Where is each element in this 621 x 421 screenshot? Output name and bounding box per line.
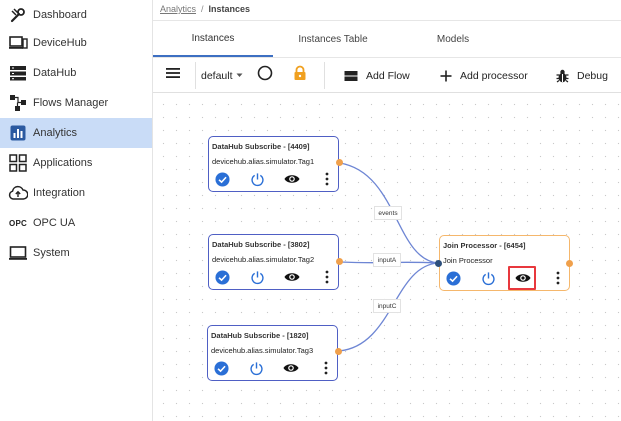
wire-label-inputc: inputC — [373, 299, 401, 313]
flows-icon — [8, 93, 28, 113]
opc-icon-text: OPC — [9, 218, 27, 228]
sidebar: Dashboard DeviceHub DataHub Flows Manage… — [0, 0, 153, 421]
node-title: DataHub Subscribe - [4409] — [212, 142, 310, 151]
sidebar-item-label: DeviceHub — [33, 37, 87, 49]
eye-icon[interactable] — [283, 360, 299, 376]
sidebar-item-label: Analytics — [33, 127, 78, 139]
sidebar-item-label: Integration — [33, 187, 85, 199]
sidebar-item-analytics[interactable]: Analytics — [0, 118, 152, 148]
tab-bar: Instances Instances Table Models — [153, 21, 621, 57]
sidebar-item-label: DataHub — [33, 67, 77, 79]
wire-label-events: events — [374, 206, 402, 220]
tools-icon — [8, 5, 28, 25]
sidebar-item-label: System — [33, 247, 70, 259]
node-title: DataHub Subscribe - [1820] — [211, 331, 309, 340]
node-subtitle: Join Processor — [443, 256, 493, 265]
wire-label-inputa: inputA — [373, 253, 401, 267]
sidebar-item-label: Flows Manager — [33, 97, 109, 109]
analytics-icon — [8, 123, 28, 143]
devicehub-icon — [8, 33, 28, 53]
output-port[interactable] — [336, 258, 343, 265]
eye-icon[interactable] — [284, 269, 300, 285]
toolbar: default Add Flow Add processor Debug — [153, 58, 621, 93]
power-icon[interactable] — [249, 171, 265, 187]
check-icon[interactable] — [213, 360, 229, 376]
power-icon[interactable] — [480, 270, 496, 286]
node-actions — [445, 270, 566, 286]
flow-select[interactable]: default — [201, 58, 243, 93]
flow-select-value: default — [201, 69, 233, 82]
sidebar-item-label: Dashboard — [33, 9, 87, 21]
caret-down-icon — [236, 73, 243, 78]
breadcrumb: Analytics / Instances — [160, 4, 250, 14]
check-icon[interactable] — [445, 270, 461, 286]
node-subtitle: devicehub.alias.simulator.Tag3 — [211, 346, 314, 355]
node-actions — [214, 269, 335, 285]
processor-node[interactable]: DataHub Subscribe - [4409] devicehub.ali… — [208, 136, 339, 192]
node-title: Join Processor - [6454] — [443, 241, 526, 250]
power-icon[interactable] — [249, 269, 265, 285]
add-flow-label: Add Flow — [366, 69, 410, 82]
more-icon[interactable] — [550, 270, 566, 286]
eye-icon[interactable] — [284, 171, 300, 187]
output-port[interactable] — [335, 348, 342, 355]
tab-instances-table[interactable]: Instances Table — [273, 21, 393, 57]
sidebar-item-label: Applications — [33, 157, 93, 169]
flow-canvas[interactable]: DataHub Subscribe - [4409] devicehub.ali… — [153, 94, 621, 421]
sidebar-item-devicehub[interactable]: DeviceHub — [0, 28, 152, 58]
sidebar-item-label: OPC UA — [33, 217, 76, 229]
sidebar-item-dashboard[interactable]: Dashboard — [0, 0, 152, 30]
add-processor-label: Add processor — [460, 69, 528, 82]
tab-instances[interactable]: Instances — [153, 21, 273, 57]
node-title: DataHub Subscribe - [3802] — [212, 240, 310, 249]
node-actions — [214, 171, 335, 187]
menu-button[interactable] — [165, 58, 181, 93]
toolbar-separator — [324, 62, 325, 89]
sidebar-item-system[interactable]: System — [0, 238, 152, 268]
bug-icon — [556, 69, 569, 83]
sidebar-item-datahub[interactable]: DataHub — [0, 58, 152, 88]
more-icon[interactable] — [319, 171, 335, 187]
sidebar-item-integration[interactable]: Integration — [0, 178, 152, 208]
node-actions — [213, 360, 334, 376]
datahub-icon — [8, 63, 28, 83]
output-port[interactable] — [566, 260, 573, 267]
add-flow-icon — [344, 70, 358, 82]
node-subtitle: devicehub.alias.simulator.Tag1 — [212, 157, 315, 166]
sidebar-item-opc-ua[interactable]: OPC OPC UA — [0, 208, 152, 238]
toolbar-separator — [195, 62, 196, 89]
more-icon[interactable] — [319, 269, 335, 285]
processor-node[interactable]: DataHub Subscribe - [3802] devicehub.ali… — [208, 234, 339, 290]
integration-icon — [8, 183, 28, 203]
sidebar-item-applications[interactable]: Applications — [0, 148, 152, 178]
tab-models[interactable]: Models — [393, 21, 513, 57]
add-flow-button[interactable]: Add Flow — [344, 58, 410, 93]
add-processor-button[interactable]: Add processor — [440, 58, 528, 93]
debug-button[interactable]: Debug — [556, 58, 608, 93]
processor-node[interactable]: DataHub Subscribe - [1820] devicehub.ali… — [207, 325, 338, 381]
output-port[interactable] — [336, 159, 343, 166]
plus-icon — [440, 70, 452, 82]
check-icon[interactable] — [214, 171, 230, 187]
sidebar-item-flows-manager[interactable]: Flows Manager — [0, 88, 152, 118]
highlight-box — [508, 266, 536, 290]
circle-outline-icon — [257, 65, 273, 86]
lock-icon — [293, 65, 307, 86]
system-icon — [8, 243, 28, 263]
breadcrumb-separator: / — [201, 4, 204, 14]
debug-label: Debug — [577, 69, 608, 82]
status-toggle[interactable] — [257, 58, 273, 93]
lock-button[interactable] — [293, 58, 307, 93]
input-port[interactable] — [435, 260, 442, 267]
more-icon[interactable] — [318, 360, 334, 376]
applications-icon — [8, 153, 28, 173]
opc-icon: OPC — [8, 213, 28, 233]
hamburger-icon — [165, 66, 181, 85]
breadcrumb-current: Instances — [208, 4, 251, 14]
node-subtitle: devicehub.alias.simulator.Tag2 — [212, 255, 315, 264]
power-icon[interactable] — [248, 360, 264, 376]
breadcrumb-link-analytics[interactable]: Analytics — [160, 4, 196, 14]
join-processor-node[interactable]: Join Processor - [6454] Join Processor — [439, 235, 570, 291]
check-icon[interactable] — [214, 269, 230, 285]
